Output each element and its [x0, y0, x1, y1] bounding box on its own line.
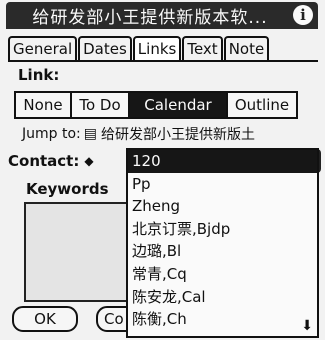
- link-type-selector: None To Do Calendar Outline: [14, 91, 298, 119]
- tab-dates[interactable]: Dates: [78, 36, 132, 60]
- tab-note[interactable]: Note: [223, 36, 270, 60]
- contact-row: Contact: ◆: [8, 152, 94, 170]
- keywords-field[interactable]: [24, 202, 128, 302]
- scroll-down-arrow-icon[interactable]: ⬇: [301, 318, 313, 334]
- list-item[interactable]: 120: [128, 150, 317, 173]
- list-item[interactable]: 边璐,Bl: [128, 240, 317, 263]
- link-none-option[interactable]: None: [16, 93, 72, 117]
- tab-links[interactable]: Links: [132, 36, 182, 60]
- jump-to-value: 给研发部小王提供新版土: [100, 127, 255, 143]
- tab-bar: General Dates Links Text Note: [8, 36, 270, 60]
- jump-to-label: Jump to:: [22, 126, 81, 142]
- contact-label: Contact:: [8, 152, 80, 170]
- link-calendar-option[interactable]: Calendar: [130, 93, 228, 117]
- tab-text[interactable]: Text: [182, 36, 223, 60]
- document-link-icon: ▤: [83, 126, 97, 142]
- title-bar: 给研发部小王提供新版本软... i: [6, 2, 318, 29]
- jump-to-row[interactable]: Jump to: ▤ 给研发部小王提供新版土: [22, 124, 255, 144]
- window-title: 给研发部小王提供新版本软...: [32, 8, 268, 28]
- tab-general[interactable]: General: [8, 36, 78, 60]
- contact-dropdown-list[interactable]: 120 Pp Zheng 北京订票,Bjdp 边璐,Bl 常青,Cq 陈安龙,C…: [126, 148, 319, 338]
- link-outline-option[interactable]: Outline: [228, 93, 296, 117]
- list-item[interactable]: Pp: [128, 173, 317, 196]
- link-todo-option[interactable]: To Do: [72, 93, 130, 117]
- list-item[interactable]: Zheng: [128, 195, 317, 218]
- link-label: Link:: [18, 66, 60, 84]
- list-item[interactable]: 陈安龙,Cal: [128, 286, 317, 309]
- keywords-label: Keywords: [26, 180, 109, 198]
- tab-divider: [8, 60, 318, 62]
- diamond-icon[interactable]: ◆: [84, 154, 93, 168]
- list-item[interactable]: 常青,Cq: [128, 263, 317, 286]
- list-item[interactable]: 陈衡,Ch: [128, 308, 317, 331]
- info-icon[interactable]: i: [293, 5, 313, 25]
- list-item[interactable]: 北京订票,Bjdp: [128, 218, 317, 241]
- ok-button[interactable]: OK: [12, 306, 78, 332]
